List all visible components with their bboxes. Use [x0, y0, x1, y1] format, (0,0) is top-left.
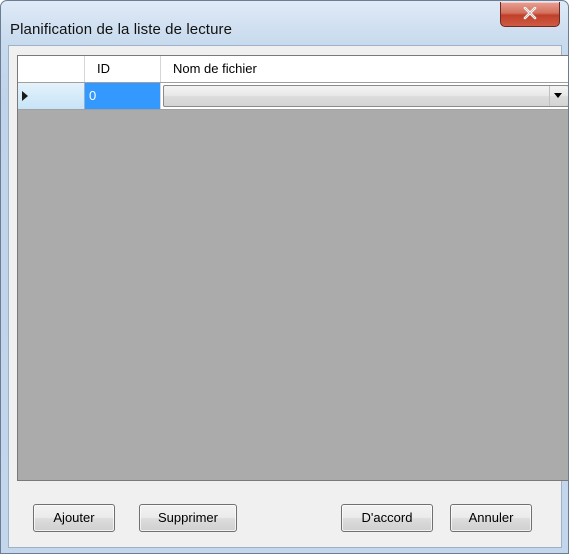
playlist-grid[interactable]: ID Nom de fichier 0 — [17, 55, 568, 481]
filename-dropdown[interactable] — [163, 85, 568, 107]
current-row-arrow-icon — [22, 91, 28, 101]
add-button-label: Ajouter — [53, 510, 95, 525]
chevron-down-icon — [554, 93, 562, 98]
close-icon — [523, 7, 537, 20]
title-bar[interactable]: Planification de la liste de lecture — [1, 1, 568, 45]
id-cell[interactable]: 0 — [85, 83, 161, 109]
add-button[interactable]: Ajouter — [33, 504, 115, 532]
delete-button-label: Supprimer — [158, 510, 218, 525]
close-button[interactable] — [500, 2, 560, 27]
row-header-corner — [18, 56, 85, 82]
ok-button[interactable]: D'accord — [341, 504, 433, 532]
playlist-schedule-dialog: Planification de la liste de lecture ID … — [0, 0, 569, 554]
column-header-filename[interactable]: Nom de fichier — [161, 56, 568, 82]
dropdown-button[interactable] — [549, 86, 568, 106]
cancel-button[interactable]: Annuler — [450, 504, 532, 532]
row-header[interactable] — [18, 83, 85, 109]
column-header-id[interactable]: ID — [85, 56, 161, 82]
grid-header: ID Nom de fichier — [18, 56, 568, 83]
window-title: Planification de la liste de lecture — [10, 21, 233, 38]
delete-button[interactable]: Supprimer — [139, 504, 237, 532]
ok-button-label: D'accord — [361, 510, 413, 525]
cancel-button-label: Annuler — [468, 510, 514, 525]
table-row[interactable]: 0 — [18, 83, 568, 110]
